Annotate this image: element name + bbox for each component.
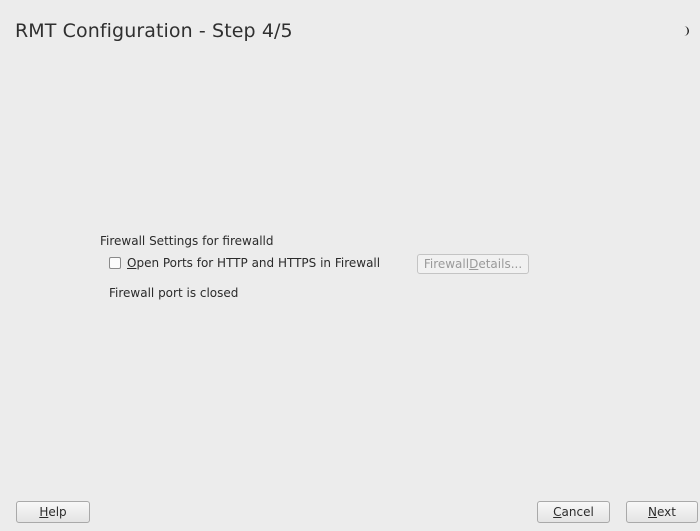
page-title: RMT Configuration - Step 4/5 [15, 20, 293, 42]
next-button[interactable]: Next [626, 501, 698, 523]
open-ports-checkbox-label[interactable]: Open Ports for HTTP and HTTPS in Firewal… [127, 256, 380, 270]
firewall-settings-heading: Firewall Settings for firewalld [100, 234, 274, 248]
moon-icon [684, 26, 689, 36]
help-button[interactable]: Help [16, 501, 90, 523]
open-ports-checkbox-row[interactable]: Open Ports for HTTP and HTTPS in Firewal… [109, 256, 380, 270]
firewall-details-button[interactable]: Firewall Details... [417, 254, 529, 274]
open-ports-checkbox[interactable] [109, 257, 121, 269]
cancel-button[interactable]: Cancel [537, 501, 610, 523]
rmt-configuration-window: RMT Configuration - Step 4/5 Firewall Se… [0, 0, 700, 531]
firewall-port-status: Firewall port is closed [109, 286, 239, 300]
firewall-settings-group: Firewall Settings for firewalld Open Por… [100, 234, 560, 314]
